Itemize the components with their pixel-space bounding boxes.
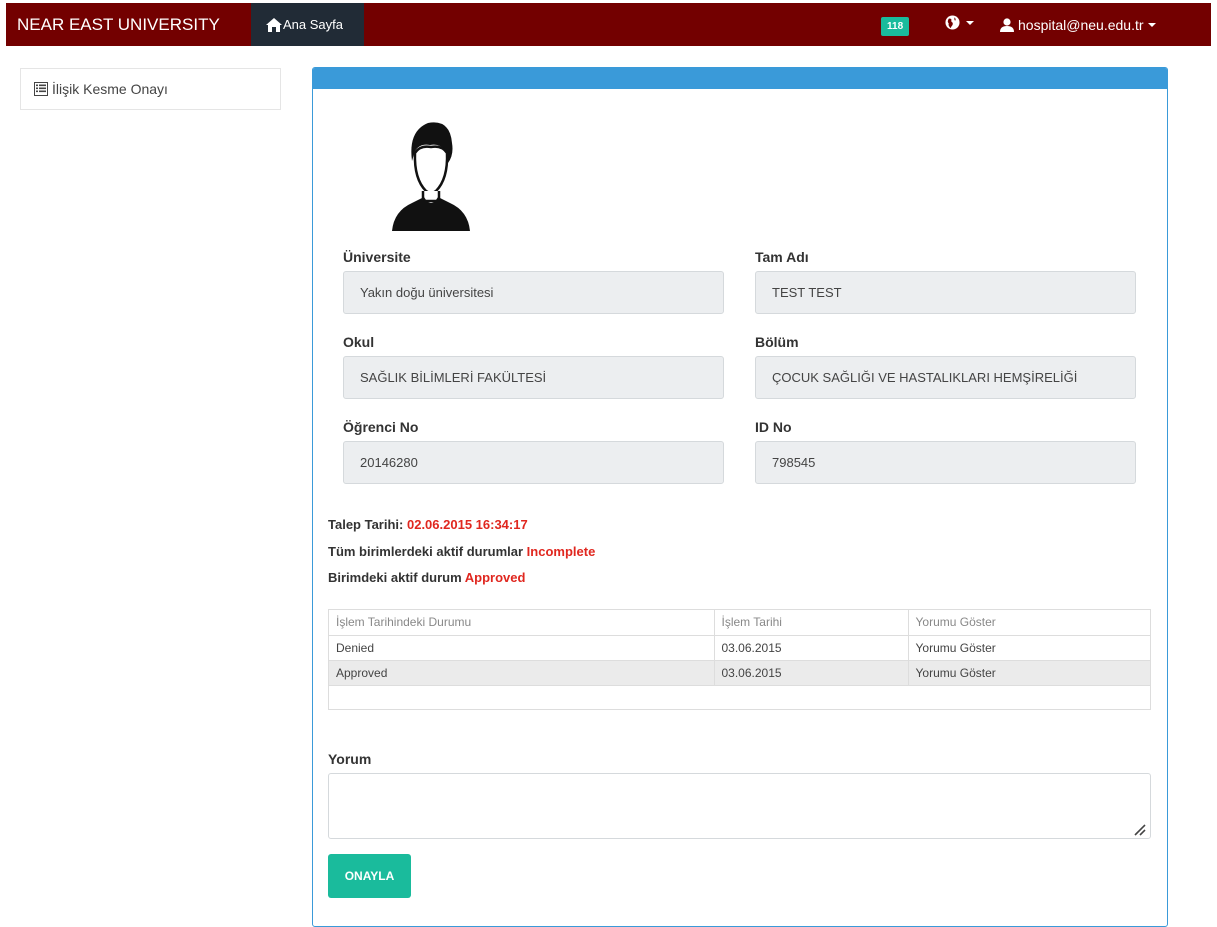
table-row: Denied 03.06.2015 Yorumu Göster bbox=[329, 635, 1150, 661]
okul-field: Okul SAĞLIK BİLİMLERİ FAKÜLTESİ bbox=[343, 334, 724, 399]
talep-tarihi-status: Talep Tarihi: 02.06.2015 16:34:17 bbox=[328, 517, 528, 532]
yorum-label: Yorum bbox=[328, 751, 372, 767]
universite-input[interactable]: Yakın doğu üniversitesi bbox=[343, 271, 724, 314]
user-email: hospital@neu.edu.tr bbox=[1018, 16, 1144, 33]
tam-adi-input[interactable]: TEST TEST bbox=[755, 271, 1136, 314]
id-no-field: ID No 798545 bbox=[755, 419, 1136, 484]
resize-handle-icon[interactable] bbox=[1132, 822, 1146, 836]
nav-home-tab[interactable]: Ana Sayfa bbox=[251, 3, 364, 46]
birim-status-label: Birimdeki aktif durum bbox=[328, 570, 462, 585]
show-comment-link[interactable]: Yorumu Göster bbox=[908, 635, 1150, 661]
universite-label: Üniversite bbox=[343, 249, 411, 265]
birim-status: Birimdeki aktif durum Approved bbox=[328, 570, 525, 585]
onayla-button[interactable]: ONAYLA bbox=[328, 854, 411, 898]
nav-home-label: Ana Sayfa bbox=[283, 17, 343, 32]
column-header: Yorumu Göster bbox=[908, 610, 1150, 636]
user-icon bbox=[1000, 17, 1014, 32]
talep-tarihi-label: Talep Tarihi: bbox=[328, 517, 404, 532]
ogrenci-no-label: Öğrenci No bbox=[343, 419, 419, 435]
sidebar-item-ilisik-kesme[interactable]: İlişik Kesme Onayı bbox=[20, 68, 281, 110]
panel-header bbox=[313, 68, 1167, 89]
history-table: İşlem Tarihindeki Durumu İşlem Tarihi Yo… bbox=[328, 609, 1151, 710]
notification-badge[interactable]: 118 bbox=[881, 17, 910, 36]
brand-title[interactable]: NEAR EAST UNIVERSITY bbox=[17, 3, 220, 46]
universite-field: Üniversite Yakın doğu üniversitesi bbox=[343, 249, 724, 314]
okul-input[interactable]: SAĞLIK BİLİMLERİ FAKÜLTESİ bbox=[343, 356, 724, 399]
ogrenci-no-input[interactable]: 20146280 bbox=[343, 441, 724, 484]
language-dropdown[interactable] bbox=[945, 15, 974, 30]
date-cell: 03.06.2015 bbox=[714, 635, 909, 661]
list-alt-icon bbox=[34, 82, 48, 96]
top-navbar: NEAR EAST UNIVERSITY Ana Sayfa 118 hospi… bbox=[6, 3, 1211, 46]
sidebar-item-label: İlişik Kesme Onayı bbox=[52, 81, 168, 97]
bolum-input[interactable]: ÇOCUK SAĞLIĞI VE HASTALIKLARI HEMŞİRELİĞ… bbox=[755, 356, 1136, 399]
okul-label: Okul bbox=[343, 334, 375, 350]
column-header: İşlem Tarihi bbox=[714, 610, 909, 636]
table-row: Approved 03.06.2015 Yorumu Göster bbox=[329, 660, 1150, 686]
clearance-panel: Üniversite Yakın doğu üniversitesi Tam A… bbox=[312, 67, 1168, 927]
globe-icon bbox=[945, 15, 960, 30]
tum-birimler-label: Tüm birimlerdeki aktif durumlar bbox=[328, 544, 524, 559]
id-no-label: ID No bbox=[755, 419, 792, 435]
chevron-down-icon bbox=[966, 20, 974, 25]
tum-birimler-status: Tüm birimlerdeki aktif durumlar Incomple… bbox=[328, 544, 595, 559]
tam-adi-label: Tam Adı bbox=[755, 249, 809, 265]
status-cell: Approved bbox=[329, 660, 715, 686]
bolum-field: Bölüm ÇOCUK SAĞLIĞI VE HASTALIKLARI HEMŞ… bbox=[755, 334, 1136, 399]
home-icon bbox=[266, 17, 282, 32]
user-menu[interactable]: hospital@neu.edu.tr bbox=[1000, 3, 1156, 46]
tum-birimler-value: Incomplete bbox=[526, 544, 596, 559]
talep-tarihi-value: 02.06.2015 16:34:17 bbox=[406, 517, 528, 532]
avatar-placeholder-icon bbox=[392, 122, 470, 231]
show-comment-link[interactable]: Yorumu Göster bbox=[908, 660, 1150, 686]
table-header-row: İşlem Tarihindeki Durumu İşlem Tarihi Yo… bbox=[329, 610, 1150, 636]
status-cell: Denied bbox=[329, 635, 715, 661]
ogrenci-no-field: Öğrenci No 20146280 bbox=[343, 419, 724, 484]
chevron-down-icon bbox=[1147, 22, 1156, 27]
id-no-input[interactable]: 798545 bbox=[755, 441, 1136, 484]
column-header: İşlem Tarihindeki Durumu bbox=[329, 610, 715, 636]
birim-status-value: Approved bbox=[464, 570, 526, 585]
date-cell: 03.06.2015 bbox=[714, 660, 909, 686]
tam-adi-field: Tam Adı TEST TEST bbox=[755, 249, 1136, 314]
yorum-textarea[interactable] bbox=[328, 773, 1151, 839]
bolum-label: Bölüm bbox=[755, 334, 799, 350]
